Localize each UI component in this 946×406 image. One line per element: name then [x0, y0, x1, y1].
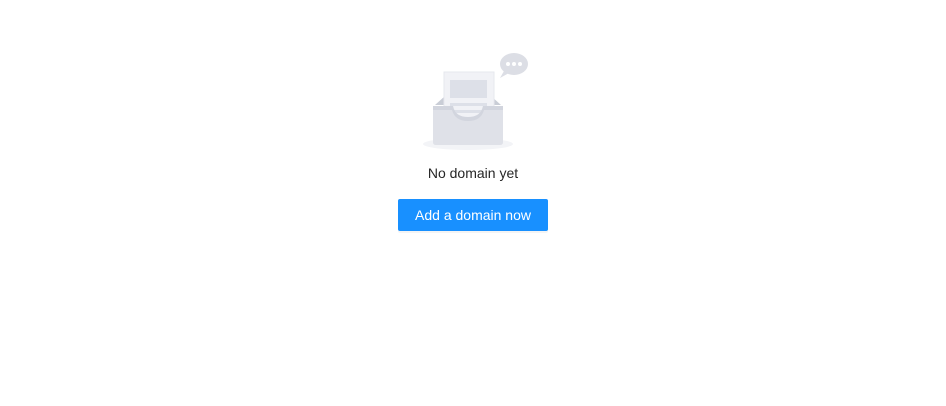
- page: No domain yet Add a domain now: [0, 0, 946, 406]
- empty-inbox-icon: [423, 53, 528, 150]
- add-domain-button[interactable]: Add a domain now: [398, 199, 548, 231]
- empty-message: No domain yet: [427, 165, 519, 181]
- empty-state: No domain yet Add a domain now: [0, 50, 946, 231]
